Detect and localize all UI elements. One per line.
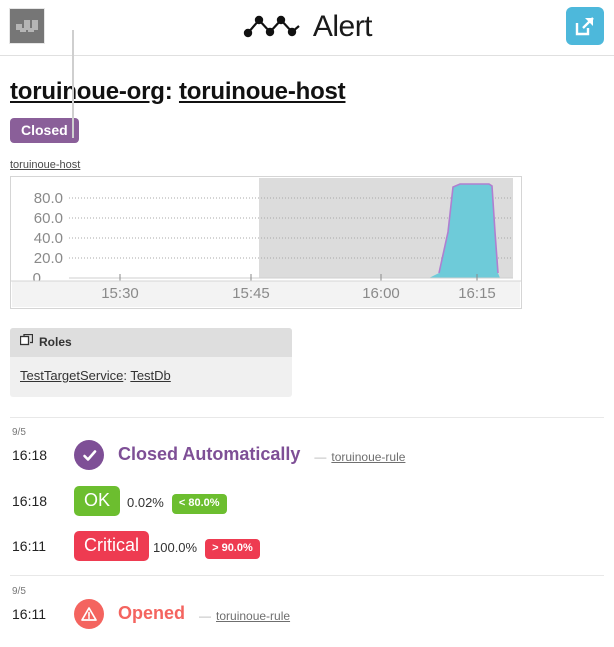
svg-text:80.0: 80.0: [34, 190, 63, 207]
app-header: Alert: [0, 0, 614, 56]
org-link[interactable]: toruinoue-org: [10, 78, 165, 105]
level-badge-ok: OK: [74, 486, 121, 516]
page-content: toruinoue-org: toruinoue-host Closed tor…: [0, 30, 614, 633]
rule-link[interactable]: toruinoue-rule: [216, 609, 290, 623]
status-badge: Closed: [10, 118, 79, 143]
rule-dash: —: [199, 609, 212, 623]
level-badge-critical: Critical: [74, 531, 150, 561]
timeline-event-critical[interactable]: 16:11 Critical 100.0% > 90.0%: [10, 531, 604, 575]
event-timeline: 9/5 16:18 Closed Automatically — toruinou…: [10, 30, 604, 633]
roles-panel-header: Roles: [10, 328, 292, 357]
timeline-group: 9/5 16:11 Opened — toruinoue-rule: [10, 575, 604, 633]
event-label: Closed Automatically: [118, 444, 301, 464]
event-time: 16:11: [12, 538, 46, 554]
svg-text:15:45: 15:45: [232, 285, 270, 302]
timeline-event-ok[interactable]: 16:18 OK 0.02% < 80.0%: [10, 486, 604, 520]
timeline-event-opened[interactable]: 16:11 Opened — toruinoue-rule: [10, 599, 604, 633]
event-rule: — toruinoue-rule: [199, 599, 290, 623]
timeline-date: 9/5: [12, 427, 26, 438]
host-link[interactable]: toruinoue-host: [179, 78, 346, 105]
external-link-icon[interactable]: [566, 7, 604, 45]
svg-text:16:15: 16:15: [458, 285, 496, 302]
svg-text:15:30: 15:30: [101, 285, 139, 302]
warning-circle-icon: [74, 599, 104, 629]
page-title: toruinoue-org: toruinoue-host: [10, 77, 604, 107]
svg-text:40.0: 40.0: [34, 230, 63, 247]
metric-value: 0.02%: [127, 495, 164, 510]
role-link[interactable]: TestDb: [130, 368, 170, 383]
event-marker: [74, 599, 118, 629]
timeline-date: 9/5: [12, 586, 26, 597]
svg-text:20.0: 20.0: [34, 250, 63, 267]
event-marker: OK: [74, 486, 121, 516]
event-rule: — toruinoue-rule: [314, 440, 405, 464]
metric-readout: 0.02% < 80.0%: [127, 486, 227, 515]
service-link[interactable]: TestTargetService: [20, 368, 123, 383]
alert-zigzag-icon: [242, 13, 312, 46]
tag-icon: [19, 333, 34, 350]
timeline-connector: [72, 30, 74, 138]
roles-panel: Roles TestTargetService: TestDb: [10, 328, 292, 397]
event-time: 16:11: [12, 606, 46, 622]
graph-caption: toruinoue-host: [10, 159, 604, 171]
metric-graph[interactable]: 80.0 60.0 40.0 20.0 0 15:30 15:45 16:00 …: [10, 176, 522, 309]
svg-text:60.0: 60.0: [34, 210, 63, 227]
rule-dash: —: [314, 450, 327, 464]
graph-host-link[interactable]: toruinoue-host: [10, 159, 80, 171]
brand-name: Alert: [312, 10, 373, 43]
metric-value: 100.0%: [153, 540, 198, 555]
event-time: 16:18: [12, 493, 48, 509]
event-marker: Critical: [74, 531, 150, 561]
rule-link[interactable]: toruinoue-rule: [331, 450, 405, 464]
check-circle-icon: [74, 440, 104, 470]
metric-readout: 100.0% > 90.0%: [153, 531, 260, 560]
svg-text:16:00: 16:00: [362, 285, 400, 302]
roles-panel-body: TestTargetService: TestDb: [10, 357, 292, 397]
timeline-group: 9/5 16:18 Closed Automatically — toruinou…: [10, 30, 604, 575]
threshold-badge: > 90.0%: [205, 539, 260, 559]
event-label: Opened: [118, 603, 186, 623]
threshold-badge: < 80.0%: [171, 494, 227, 514]
roles-panel-title: Roles: [39, 335, 72, 349]
event-time: 16:18: [12, 447, 48, 463]
brand: Alert: [0, 9, 614, 48]
timeline-event-closed[interactable]: 16:18 Closed Automatically — toruinoue-ru…: [10, 440, 604, 474]
title-separator: :: [164, 78, 179, 105]
event-marker: [74, 440, 118, 470]
